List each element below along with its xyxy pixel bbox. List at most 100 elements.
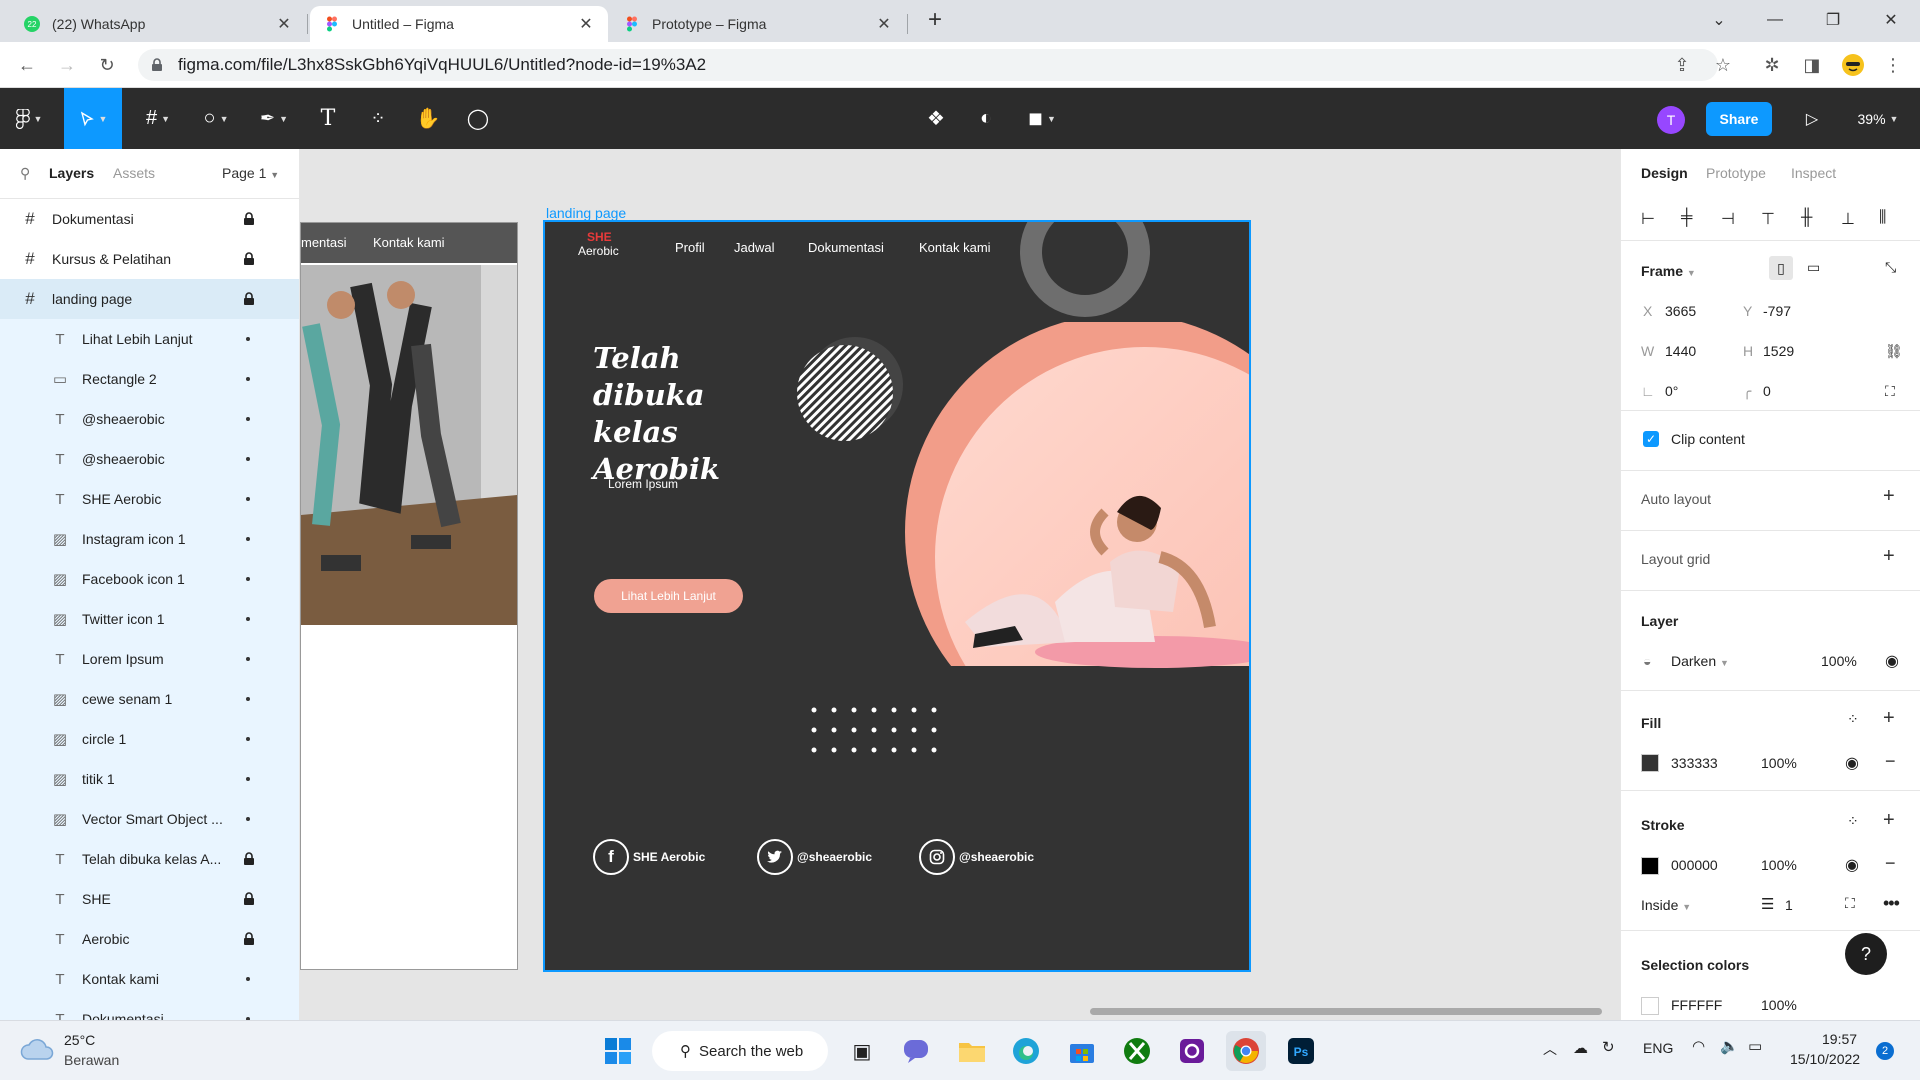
social-facebook[interactable]: f SHE Aerobic [593, 839, 705, 875]
zoom-menu[interactable]: 39% ▼ [1848, 88, 1908, 149]
landscape-icon[interactable]: ▭ [1807, 259, 1820, 276]
kursus-frame-preview[interactable]: mentasi Kontak kami [300, 222, 518, 970]
align-center-horizontal-icon[interactable]: ╪ [1681, 209, 1692, 227]
bookmark-star-icon[interactable]: ☆ [1708, 50, 1738, 80]
layer-row[interactable]: ▨ Facebook icon 1 [0, 559, 299, 599]
selection-color-swatch[interactable] [1641, 997, 1659, 1015]
layer-hover-dot[interactable] [246, 617, 250, 621]
nav-link-profil[interactable]: Profil [675, 240, 705, 255]
teams-chat-icon[interactable] [896, 1031, 936, 1071]
hand-tool-button[interactable]: ✋ [410, 88, 446, 149]
more-options-icon[interactable]: ••• [1883, 893, 1900, 914]
x-field[interactable]: 3665 [1665, 303, 1696, 319]
taskbar-search[interactable]: ⚲ Search the web [652, 1031, 828, 1071]
nav-link-dokumentasi[interactable]: Dokumentasi [808, 240, 884, 255]
file-explorer-icon[interactable] [952, 1031, 992, 1071]
language-indicator[interactable]: ENG [1643, 1040, 1673, 1056]
forward-arrow-icon[interactable]: → [52, 50, 82, 80]
layer-row[interactable]: ▨ Instagram icon 1 [0, 519, 299, 559]
frame-tool-button[interactable]: # ▼ [134, 88, 182, 149]
microsoft-store-icon[interactable] [1062, 1031, 1102, 1071]
tab-untitled-figma[interactable]: Untitled – Figma ✕ [310, 6, 608, 42]
reload-icon[interactable]: ↻ [92, 50, 122, 80]
add-layout-grid-icon[interactable]: + [1883, 545, 1895, 568]
layer-hover-dot[interactable] [246, 697, 250, 701]
tab-layers[interactable]: Layers [49, 165, 94, 181]
landing-page-artboard[interactable]: SHE Aerobic Profil Jadwal Dokumentasi Ko… [543, 220, 1251, 972]
volume-icon[interactable]: 🔈 [1720, 1037, 1739, 1055]
layer-hover-dot[interactable] [246, 777, 250, 781]
page-selector[interactable]: Page 1 ▼ [222, 165, 279, 181]
fill-styles-icon[interactable]: ⁘ [1847, 711, 1859, 728]
comment-tool-button[interactable]: ◯ [460, 88, 496, 149]
layer-row-frame[interactable]: # landing page [0, 279, 299, 319]
minimize-button[interactable]: — [1752, 0, 1798, 40]
social-twitter[interactable]: @sheaerobic [757, 839, 872, 875]
wifi-icon[interactable]: ◠ [1692, 1037, 1705, 1055]
eye-icon[interactable]: ◉ [1845, 855, 1859, 875]
lihat-lebih-lanjut-button[interactable]: Lihat Lebih Lanjut [594, 579, 743, 613]
clip-content-checkbox[interactable]: ✓ [1643, 431, 1659, 447]
task-view-icon[interactable]: ▣ [842, 1031, 882, 1071]
chrome-menu-icon[interactable]: ⋮ [1878, 50, 1908, 80]
lock-icon[interactable] [243, 852, 255, 866]
layer-row[interactable]: ▨ Twitter icon 1 [0, 599, 299, 639]
selection-hex-field[interactable]: FFFFFF [1671, 997, 1722, 1013]
fill-opacity-field[interactable]: 100% [1761, 755, 1797, 771]
fill-color-swatch[interactable] [1641, 754, 1659, 772]
url-field[interactable]: figma.com/file/L3hx8SskGbh6YqiVqHUUL6/Un… [138, 49, 1718, 81]
layer-row[interactable]: T Lorem Ipsum [0, 639, 299, 679]
layer-row-frame[interactable]: # Dokumentasi [0, 199, 299, 239]
present-button[interactable]: ▷ [1794, 88, 1830, 149]
layer-row[interactable]: ▨ circle 1 [0, 719, 299, 759]
layer-row-frame[interactable]: # Kursus & Pelatihan [0, 239, 299, 279]
lock-icon[interactable] [243, 212, 255, 226]
align-bottom-icon[interactable]: ⊥ [1841, 209, 1855, 229]
clock-time[interactable]: 19:57 [1822, 1031, 1857, 1047]
mask-button[interactable]: ◐ [968, 88, 1004, 149]
share-page-icon[interactable]: ⇪ [1667, 50, 1697, 80]
blend-mode-dropdown[interactable]: Darken ▼ [1671, 653, 1729, 669]
help-button[interactable]: ? [1845, 933, 1887, 975]
distribute-icon[interactable]: ⫼ [1879, 209, 1886, 227]
rotation-field[interactable]: 0° [1665, 383, 1678, 399]
layer-row[interactable]: ▭ Rectangle 2 [0, 359, 299, 399]
app-icon-purple[interactable] [1172, 1031, 1212, 1071]
edge-browser-icon[interactable] [1006, 1031, 1046, 1071]
layer-row[interactable]: ▨ Vector Smart Object ... [0, 799, 299, 839]
tab-inspect[interactable]: Inspect [1791, 165, 1836, 181]
onedrive-cloud-icon[interactable]: ☁ [1573, 1039, 1588, 1057]
resize-to-fit-icon[interactable]: ⤡ [1885, 259, 1896, 276]
layer-row[interactable]: T Lihat Lebih Lanjut [0, 319, 299, 359]
layer-hover-dot[interactable] [246, 537, 250, 541]
sync-icon[interactable]: ↻ [1602, 1038, 1615, 1056]
y-field[interactable]: -797 [1763, 303, 1791, 319]
photoshop-icon[interactable]: Ps [1281, 1031, 1321, 1071]
social-instagram[interactable]: @sheaerobic [919, 839, 1034, 875]
close-icon[interactable]: ✕ [578, 14, 594, 34]
lock-icon[interactable] [243, 252, 255, 266]
stroke-color-swatch[interactable] [1641, 857, 1659, 875]
layer-hover-dot[interactable] [246, 977, 250, 981]
layer-hover-dot[interactable] [246, 657, 250, 661]
stroke-styles-icon[interactable]: ⁘ [1847, 813, 1859, 830]
stroke-sides-icon[interactable]: ⛶ [1845, 895, 1855, 912]
width-field[interactable]: 1440 [1665, 343, 1696, 359]
layer-row[interactable]: T Aerobic [0, 919, 299, 959]
canvas-horizontal-scrollbar[interactable] [1090, 1008, 1602, 1015]
frame-name-label[interactable]: landing page [546, 205, 626, 221]
layer-row[interactable]: ▨ titik 1 [0, 759, 299, 799]
corner-radius-field[interactable]: 0 [1763, 383, 1771, 399]
layer-row[interactable]: T @sheaerobic [0, 399, 299, 439]
tab-design[interactable]: Design [1641, 165, 1688, 181]
stroke-width-field[interactable]: 1 [1785, 897, 1793, 913]
layer-row[interactable]: T @sheaerobic [0, 439, 299, 479]
close-icon[interactable]: ✕ [276, 14, 292, 34]
layer-row[interactable]: T Kontak kami [0, 959, 299, 999]
start-button[interactable] [598, 1031, 638, 1071]
tab-whatsapp[interactable]: 22 (22) WhatsApp ✕ [10, 6, 306, 42]
clock-date[interactable]: 15/10/2022 [1790, 1051, 1860, 1067]
eye-icon[interactable]: ◉ [1885, 651, 1899, 671]
chevron-up-icon[interactable]: ︿ [1543, 1039, 1557, 1059]
tab-assets[interactable]: Assets [113, 165, 155, 181]
